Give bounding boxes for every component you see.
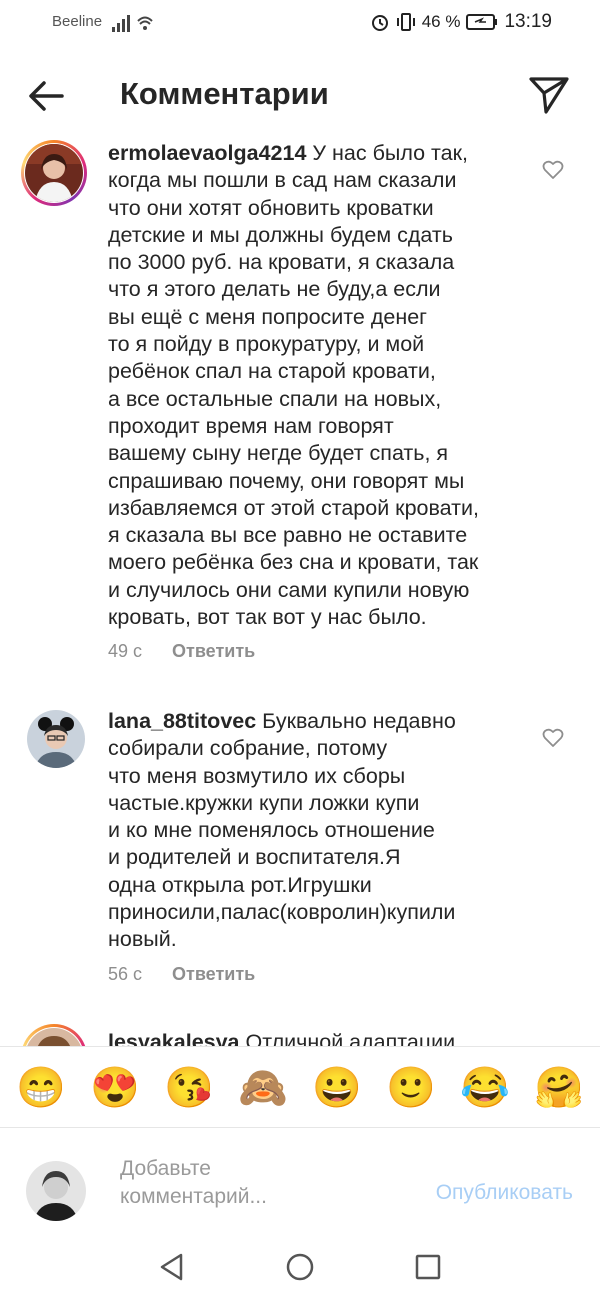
comment-username[interactable]: lesyakalesya — [108, 1030, 240, 1046]
comment-username[interactable]: lana_88titovec — [108, 709, 256, 733]
alarm-icon — [371, 15, 388, 31]
comment-body: Буквально недавно собирали собрание, пот… — [108, 709, 456, 952]
system-nav-bar — [0, 1232, 600, 1299]
comment-item: lesyakalesya Отличной адаптации — [0, 1024, 600, 1046]
battery-percent: 46 % — [421, 12, 461, 31]
comment-text: ermolaevaolga4214 У нас было так, когда … — [108, 140, 528, 631]
signal-icon — [112, 15, 153, 32]
emoji-joy[interactable]: 😂 — [455, 1064, 515, 1111]
comment-body: У нас было так, когда мы пошли в сад нам… — [108, 141, 480, 630]
battery-icon — [466, 14, 498, 30]
status-right: 46 % 13:19 — [370, 11, 552, 33]
send-icon[interactable] — [528, 74, 570, 116]
emoji-heart-eyes[interactable]: 😍 — [85, 1064, 145, 1111]
emoji-grin[interactable]: 😁 — [11, 1064, 71, 1111]
reply-button[interactable]: Ответить — [172, 641, 255, 661]
comment-time: 49 с — [108, 641, 143, 661]
comment-time: 56 с — [108, 964, 143, 984]
comment-input[interactable]: Добавьте комментарий... — [120, 1155, 400, 1211]
comment-text: lana_88titovec Буквально недавно собирал… — [108, 708, 528, 954]
comment-text: lesyakalesya Отличной адаптации — [108, 1029, 528, 1046]
emoji-hug[interactable]: 🤗 — [529, 1064, 589, 1111]
status-bar: Beeline 46 % 13:19 — [0, 0, 600, 46]
avatar[interactable] — [25, 144, 83, 202]
emoji-smile[interactable]: 🙂 — [381, 1064, 441, 1111]
emoji-grinning[interactable]: 😀 — [307, 1064, 367, 1111]
reply-button[interactable]: Ответить — [172, 964, 255, 984]
emoji-bar: 😁 😍 😘 🙈 😀 🙂 😂 🤗 — [0, 1046, 600, 1128]
nav-recents-icon[interactable] — [414, 1253, 442, 1281]
vibrate-icon — [396, 13, 415, 31]
carrier-label: Beeline — [52, 13, 103, 30]
comment-body: Отличной адаптации — [239, 1030, 456, 1046]
back-arrow-icon[interactable] — [24, 74, 68, 118]
comment-composer: Добавьте комментарий... Опубликовать — [0, 1128, 600, 1228]
comment-meta: 49 с Ответить — [108, 641, 255, 662]
user-avatar — [26, 1161, 86, 1221]
emoji-see-no-evil[interactable]: 🙈 — [233, 1064, 293, 1111]
heart-icon[interactable] — [542, 728, 564, 748]
heart-icon[interactable] — [542, 160, 564, 180]
nav-home-icon[interactable] — [285, 1252, 315, 1282]
header: Комментарии — [0, 60, 600, 132]
page-title: Комментарии — [120, 76, 329, 111]
emoji-kiss[interactable]: 😘 — [159, 1064, 219, 1111]
clock: 13:19 — [504, 11, 552, 32]
nav-back-icon[interactable] — [158, 1252, 186, 1282]
comment-username[interactable]: ermolaevaolga4214 — [108, 141, 306, 165]
comment-meta: 56 с Ответить — [108, 964, 255, 985]
avatar[interactable] — [27, 710, 85, 768]
post-button[interactable]: Опубликовать — [436, 1181, 573, 1205]
